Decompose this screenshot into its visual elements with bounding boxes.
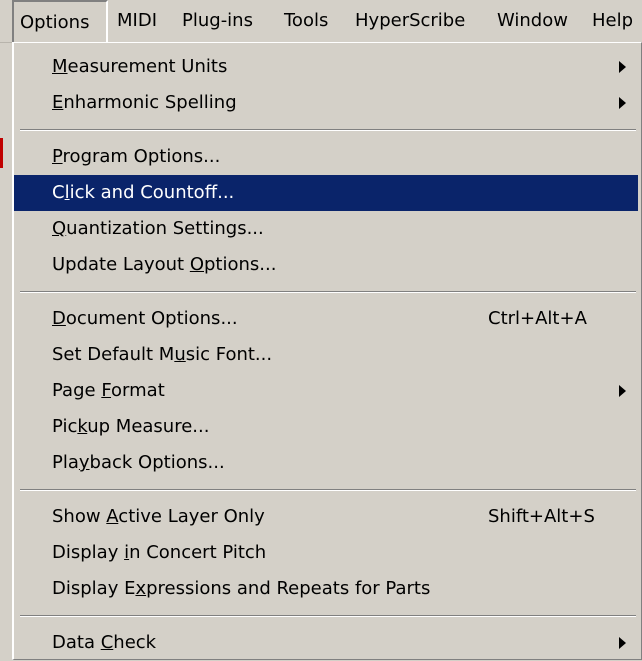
menu-item-pickup-measure[interactable]: Pickup Measure...	[14, 409, 638, 445]
menu-item-enharmonic-spelling[interactable]: Enharmonic Spelling	[14, 85, 638, 121]
menu-item-label: Program Options...	[52, 146, 221, 167]
menu-item-page-format[interactable]: Page Format	[14, 373, 638, 409]
menu-item-label: Page Format	[52, 380, 165, 401]
menu-item-display-expressions-and-repeats[interactable]: Display Expressions and Repeats for Part…	[14, 571, 638, 607]
menu-item-show-active-layer-only[interactable]: Show Active Layer Only Shift+Alt+S	[14, 499, 638, 535]
menu-item-update-layout-options[interactable]: Update Layout Options...	[14, 247, 638, 283]
menu-item-label: Show Active Layer Only	[52, 506, 265, 527]
menu-item-document-options[interactable]: Document Options... Ctrl+Alt+A	[14, 301, 638, 337]
menubar-window[interactable]: Window	[497, 0, 568, 42]
menu-item-set-default-music-font[interactable]: Set Default Music Font...	[14, 337, 638, 373]
menubar-hyperscribe[interactable]: HyperScribe	[355, 0, 465, 42]
menu-item-program-options[interactable]: Program Options...	[14, 139, 638, 175]
menubar-options[interactable]: Options	[12, 0, 108, 42]
menu-separator	[20, 615, 636, 617]
submenu-arrow-icon	[619, 637, 626, 649]
background-window-edge	[0, 138, 3, 168]
menu-item-label: Document Options...	[52, 308, 238, 329]
menu-item-label: Quantization Settings...	[52, 218, 264, 239]
menu-bar: Options MIDI Plug-ins Tools HyperScribe …	[0, 0, 642, 43]
menu-item-display-in-concert-pitch[interactable]: Display in Concert Pitch	[14, 535, 638, 571]
menu-item-playback-options[interactable]: Playback Options...	[14, 445, 638, 481]
menu-separator	[20, 291, 636, 293]
menubar-midi[interactable]: MIDI	[117, 0, 157, 42]
menu-item-label: Display Expressions and Repeats for Part…	[52, 578, 431, 599]
menu-item-label: Click and Countoff...	[52, 182, 235, 203]
submenu-arrow-icon	[619, 61, 626, 73]
menubar-tools[interactable]: Tools	[284, 0, 328, 42]
menu-item-data-check[interactable]: Data Check	[14, 625, 638, 661]
menu-item-label: Enharmonic Spelling	[52, 92, 237, 113]
menubar-plugins[interactable]: Plug-ins	[182, 0, 253, 42]
menu-item-label: Playback Options...	[52, 452, 225, 473]
menu-item-label: Pickup Measure...	[52, 416, 210, 437]
menu-item-label: Update Layout Options...	[52, 254, 277, 275]
menu-separator	[20, 489, 636, 491]
menu-item-label: Set Default Music Font...	[52, 344, 273, 365]
menu-item-shortcut: Ctrl+Alt+A	[488, 308, 587, 329]
menu-separator	[20, 129, 636, 131]
options-dropdown-menu: Measurement Units Enharmonic Spelling Pr…	[12, 42, 642, 660]
submenu-arrow-icon	[619, 97, 626, 109]
menu-item-measurement-units[interactable]: Measurement Units	[14, 49, 638, 85]
submenu-arrow-icon	[619, 385, 626, 397]
menu-item-label: Data Check	[52, 632, 157, 653]
menu-item-quantization-settings[interactable]: Quantization Settings...	[14, 211, 638, 247]
menubar-help[interactable]: Help	[592, 0, 633, 42]
menu-item-label: Measurement Units	[52, 56, 228, 77]
menu-item-click-and-countoff[interactable]: Click and Countoff...	[14, 175, 638, 211]
menu-item-shortcut: Shift+Alt+S	[488, 506, 595, 527]
menu-item-label: Display in Concert Pitch	[52, 542, 267, 563]
